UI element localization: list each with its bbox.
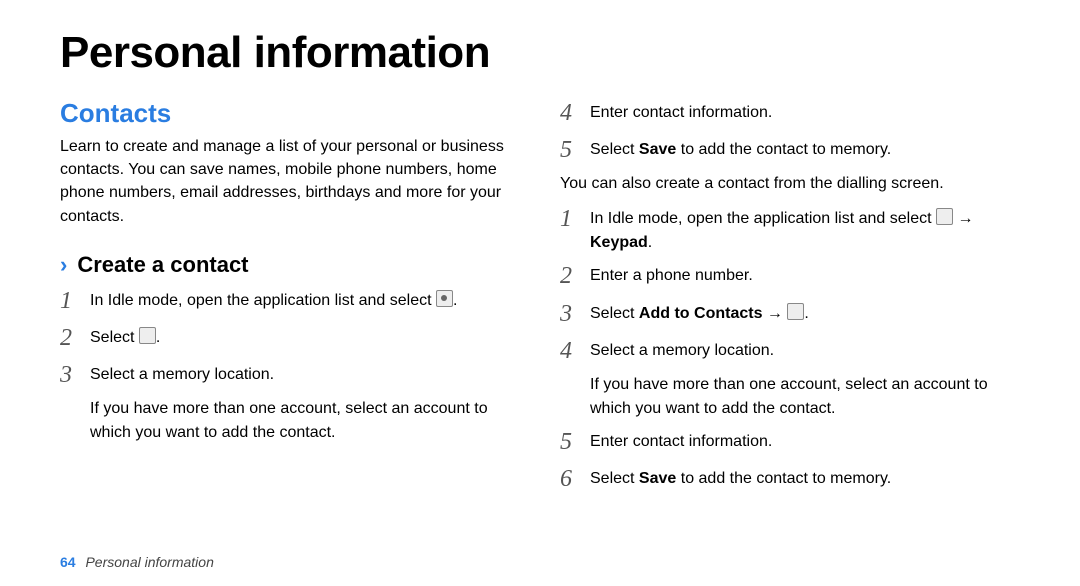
step-text-span: Select	[590, 141, 639, 158]
stepB-3: 3 Select Add to Contacts → .	[560, 299, 1020, 330]
stepB-4: 4 Select a memory location.	[560, 336, 1020, 367]
stepA-3: 3 Select a memory location.	[60, 360, 520, 391]
stepB-4-sub: If you have more than one account, selec…	[590, 373, 1020, 421]
left-column: Contacts Learn to create and manage a li…	[60, 98, 520, 501]
footer-label: Personal information	[85, 554, 213, 570]
add-icon	[139, 327, 156, 344]
step-text-span: Select	[590, 305, 639, 322]
step-text-span: .	[156, 329, 160, 346]
step-text: Select Save to add the contact to memory…	[590, 464, 891, 495]
step-text: Select a memory location.	[590, 336, 774, 367]
section-heading-contacts: Contacts	[60, 98, 520, 129]
step-text-span: Select	[590, 470, 639, 487]
step-text-span: →	[762, 305, 787, 322]
create-contact-icon	[787, 303, 804, 320]
step-text-bold: Add to Contacts	[639, 305, 763, 322]
step-text: In Idle mode, open the application list …	[590, 204, 1020, 255]
step-text-span: .	[453, 292, 457, 309]
step-number: 5	[560, 135, 590, 166]
step-text-span: →	[953, 210, 973, 227]
step-text: Select Add to Contacts → .	[590, 299, 809, 330]
step-number: 5	[560, 427, 590, 458]
step-number: 4	[560, 336, 590, 367]
step-text-span: In Idle mode, open the application list …	[90, 292, 436, 309]
step-number: 6	[560, 464, 590, 495]
step-text: In Idle mode, open the application list …	[90, 286, 457, 317]
stepA-2: 2 Select .	[60, 323, 520, 354]
step-text: Select .	[90, 323, 160, 354]
step-text-span: .	[648, 234, 652, 251]
step-text-bold: Keypad	[590, 234, 648, 251]
step-text: Enter contact information.	[590, 98, 772, 129]
page-title: Personal information	[60, 28, 1020, 78]
page-footer: 64 Personal information	[60, 554, 214, 570]
step-number: 4	[560, 98, 590, 129]
stepB-6: 6 Select Save to add the contact to memo…	[560, 464, 1020, 495]
two-column-layout: Contacts Learn to create and manage a li…	[60, 98, 1020, 501]
step-text: Enter a phone number.	[590, 261, 753, 292]
stepA-3-sub: If you have more than one account, selec…	[90, 397, 520, 445]
step-text: Select Save to add the contact to memory…	[590, 135, 891, 166]
stepB-1: 1 In Idle mode, open the application lis…	[560, 204, 1020, 255]
stepA-1: 1 In Idle mode, open the application lis…	[60, 286, 520, 317]
right-column: 4 Enter contact information. 5 Select Sa…	[560, 98, 1020, 501]
step-number: 2	[560, 261, 590, 292]
stepA-4: 4 Enter contact information.	[560, 98, 1020, 129]
stepB-2: 2 Enter a phone number.	[560, 261, 1020, 292]
bridge-text: You can also create a contact from the d…	[560, 172, 1020, 196]
contacts-intro-text: Learn to create and manage a list of you…	[60, 135, 520, 228]
phone-app-icon	[936, 208, 953, 225]
step-text-span: .	[804, 305, 808, 322]
page-number: 64	[60, 554, 76, 570]
stepA-5: 5 Select Save to add the contact to memo…	[560, 135, 1020, 166]
step-number: 3	[560, 299, 590, 330]
subheading-row: › Create a contact	[60, 252, 520, 278]
step-text-bold: Save	[639, 141, 676, 158]
step-text-span: to add the contact to memory.	[676, 141, 891, 158]
step-text-span: In Idle mode, open the application list …	[590, 210, 936, 227]
step-number: 2	[60, 323, 90, 354]
step-number: 1	[60, 286, 90, 317]
chevron-icon: ›	[60, 252, 67, 278]
step-text-bold: Save	[639, 470, 676, 487]
step-text-span: to add the contact to memory.	[676, 470, 891, 487]
step-number: 1	[560, 204, 590, 255]
step-number: 3	[60, 360, 90, 391]
subheading-create-contact: Create a contact	[77, 252, 248, 278]
step-text: Select a memory location.	[90, 360, 274, 391]
stepB-5: 5 Enter contact information.	[560, 427, 1020, 458]
contacts-app-icon	[436, 290, 453, 307]
step-text: Enter contact information.	[590, 427, 772, 458]
step-text-span: Select	[90, 329, 139, 346]
